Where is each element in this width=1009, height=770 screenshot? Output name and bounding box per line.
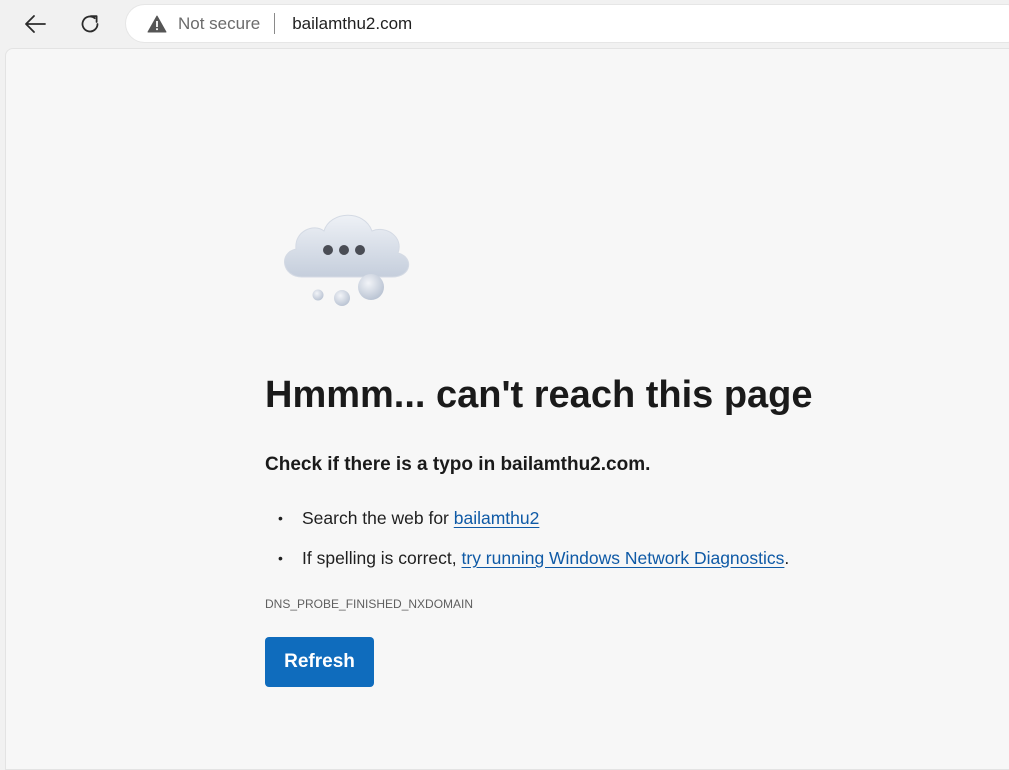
page-title: Hmmm... can't reach this page <box>265 374 813 416</box>
warning-triangle-icon[interactable] <box>147 15 167 33</box>
network-diagnostics-link[interactable]: try running Windows Network Diagnostics <box>462 548 785 568</box>
refresh-button[interactable]: Refresh <box>265 637 374 687</box>
search-web-link[interactable]: bailamthu2 <box>454 508 540 528</box>
reload-button[interactable] <box>72 6 108 42</box>
list-item: • If spelling is correct, try running Win… <box>265 545 789 571</box>
address-bar[interactable]: Not secure bailamthu2.com <box>126 5 1009 42</box>
back-arrow-icon <box>25 15 46 33</box>
bullet: • <box>278 550 283 566</box>
security-status-label[interactable]: Not secure <box>178 14 260 34</box>
suggestion-text: Search the web for <box>302 508 454 528</box>
browser-toolbar: Not secure bailamthu2.com <box>0 0 1009 48</box>
back-button[interactable] <box>17 6 53 42</box>
list-item: • Search the web for bailamthu2 <box>265 505 789 531</box>
suggestions-list: • Search the web for bailamthu2 • If spell… <box>265 505 789 585</box>
address-divider <box>274 13 276 34</box>
suggestion-text: If spelling is correct, <box>302 548 462 568</box>
suggestion-suffix: . <box>784 548 790 568</box>
bullet: • <box>278 510 283 526</box>
refresh-icon <box>81 15 99 33</box>
typo-hint: Check if there is a typo in bailamthu2.c… <box>265 454 651 475</box>
url-text[interactable]: bailamthu2.com <box>292 14 412 34</box>
error-code: DNS_PROBE_FINISHED_NXDOMAIN <box>265 597 474 611</box>
cloud-thinking-icon <box>284 214 409 306</box>
